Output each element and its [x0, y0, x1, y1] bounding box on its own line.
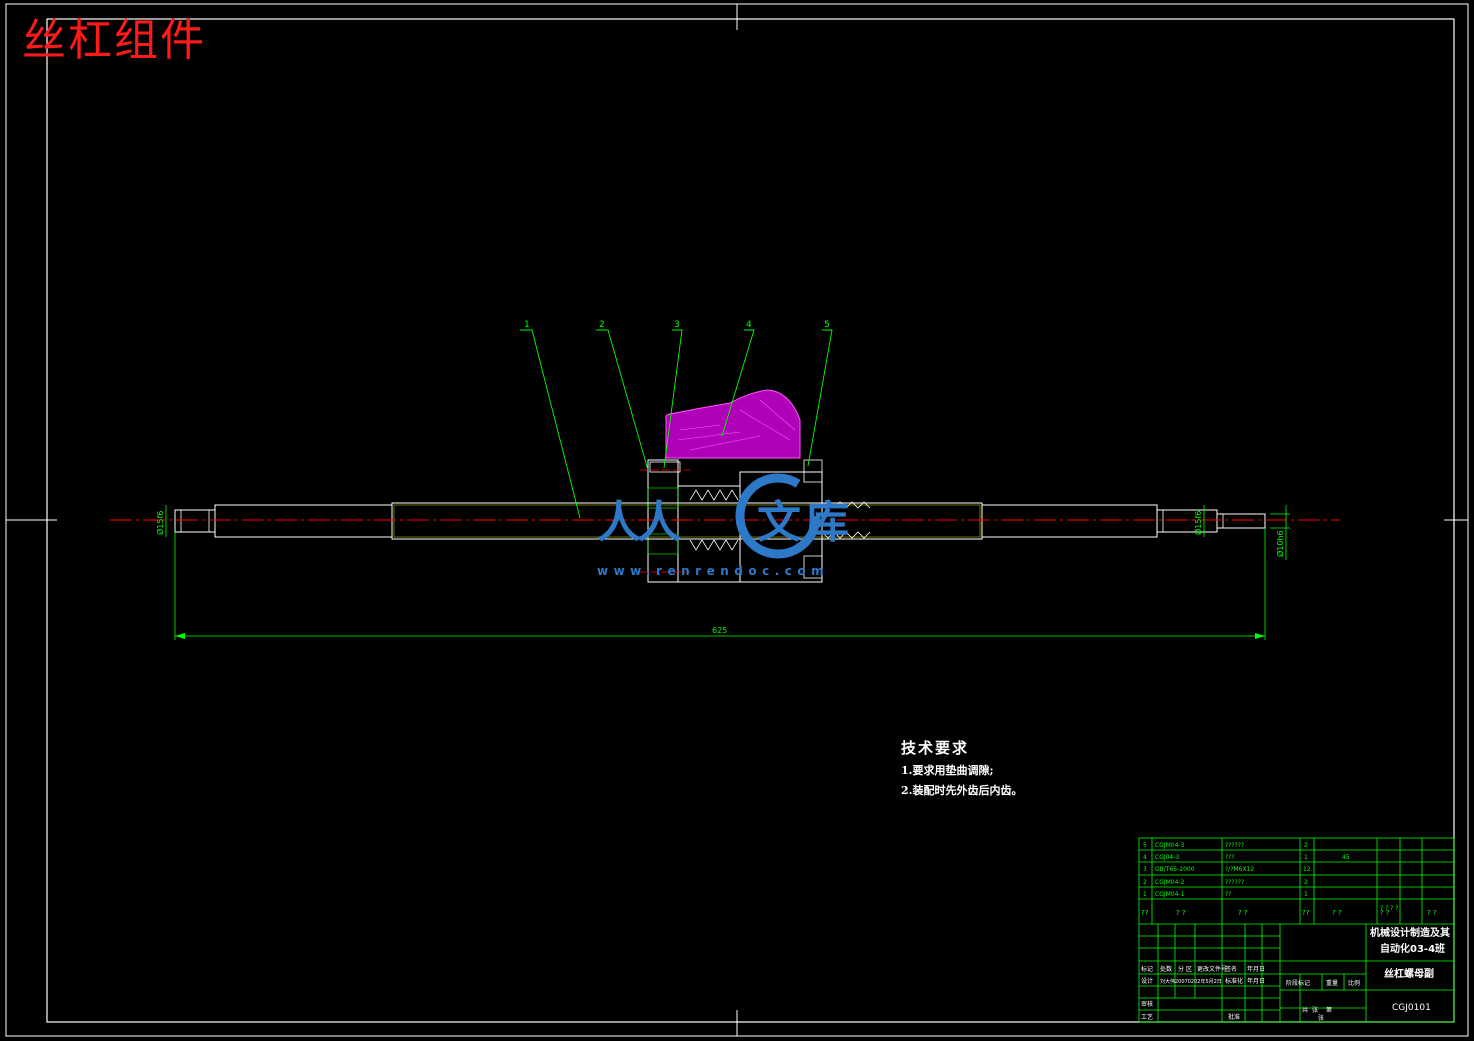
balloon-4: 4 [746, 320, 752, 330]
svg-text:1: 1 [1143, 891, 1147, 898]
shaft-bearing-left [214, 504, 393, 538]
balloon-1: 1 [524, 320, 530, 330]
svg-text:? ?: ? ? [1332, 909, 1342, 917]
svg-text:2: 2 [1304, 842, 1308, 849]
svg-text:批准: 批准 [1228, 1013, 1240, 1021]
balloon-3: 3 [674, 320, 680, 330]
svg-text:年月日: 年月日 [1247, 965, 1265, 973]
svg-text:2: 2 [1143, 879, 1147, 886]
tech-requirements: 技术要求 1.要求用垫曲调隙; 2.装配时先外齿后内齿。 [901, 737, 1022, 798]
svg-text:? ?: ? ? [1238, 909, 1248, 917]
svg-text:CGJ04-3: CGJ04-3 [1155, 854, 1179, 861]
shaft-bearing-right [981, 504, 1158, 538]
svg-text:重量: 重量 [1326, 979, 1338, 987]
tech-requirements-heading: 技术要求 [901, 739, 970, 757]
svg-text:比例: 比例 [1348, 979, 1360, 987]
svg-text:自动化03-4班: 自动化03-4班 [1380, 942, 1445, 955]
balloon-5: 5 [824, 320, 830, 330]
svg-text:标准化: 标准化 [1225, 977, 1243, 985]
svg-text:2: 2 [1304, 879, 1308, 886]
svg-text:??: ?? [1302, 909, 1310, 917]
svg-text:? ?: ? ? [1176, 909, 1186, 917]
dim-dia-left: Ø15f6 [155, 511, 165, 535]
svg-text:??????: ?????? [1225, 879, 1244, 886]
tech-requirement-item: 1.要求用垫曲调隙; [901, 764, 994, 777]
svg-text:GB/T65-2000: GB/T65-2000 [1155, 866, 1195, 873]
page-title: 丝杠组件 [22, 15, 206, 66]
svg-text:阶段标记: 阶段标记 [1286, 979, 1310, 987]
svg-text:机械设计制造及其: 机械设计制造及其 [1370, 926, 1450, 939]
svg-text:更改文件号: 更改文件号 [1197, 965, 1227, 973]
balloon-2: 2 [599, 320, 605, 330]
dim-dia-right: Ø15f6 [1193, 511, 1203, 535]
shaft-tail [1216, 513, 1266, 529]
svg-text:CGJM04-2: CGJM04-2 [1155, 879, 1185, 886]
watermark-text-a: 人人 [597, 497, 681, 548]
cad-drawing: 625 Ø15f6 Ø15f6 Ø10h6 1 2 3 4 5 5 CGJM04… [5, 3, 1469, 1037]
leadscrew-assembly: 625 Ø15f6 Ø15f6 Ø10h6 1 2 3 4 5 [110, 320, 1340, 640]
svg-text:年月日: 年月日 [1247, 977, 1265, 985]
svg-text:处数: 处数 [1160, 965, 1172, 973]
svg-text:5: 5 [1143, 842, 1147, 849]
svg-text:标记: 标记 [1141, 965, 1153, 973]
dim-dia-tail: Ø10h6 [1275, 530, 1285, 557]
svg-text:CGJ0101: CGJ0101 [1392, 1003, 1431, 1013]
svg-text:张: 张 [1318, 1014, 1324, 1022]
svg-text:设计: 设计 [1141, 977, 1153, 985]
svg-text:工艺: 工艺 [1141, 1013, 1153, 1021]
svg-text:45: 45 [1342, 854, 1350, 861]
svg-text:12: 12 [1303, 866, 1311, 873]
tech-requirement-item: 2.装配时先外齿后内齿。 [901, 784, 1023, 797]
svg-text:1: 1 [1304, 891, 1308, 898]
svg-text:分 区: 分 区 [1178, 965, 1192, 973]
svg-text:4: 4 [1143, 854, 1147, 861]
svg-text:? ?: ? ? [1427, 909, 1437, 917]
svg-text:第: 第 [1326, 1006, 1332, 1014]
svg-text:3: 3 [1143, 866, 1147, 873]
svg-text:??????: ?????? [1225, 842, 1244, 849]
svg-text:签名: 签名 [1225, 965, 1237, 973]
svg-text:??: ?? [1225, 891, 1231, 898]
svg-text:刘大伟20070202年5月2日: 刘大伟20070202年5月2日 [1160, 978, 1222, 985]
svg-text:??: ?? [1141, 909, 1149, 917]
svg-text:???: ??? [1225, 854, 1235, 861]
svg-text:CGJM04-3: CGJM04-3 [1155, 842, 1185, 849]
svg-text:审核: 审核 [1141, 1000, 1153, 1008]
watermark-url: www.renrendoc.com [597, 564, 830, 578]
shaft-end-right [1156, 509, 1218, 533]
svg-text:1: 1 [1304, 854, 1308, 861]
svg-text:丝杠螺母副: 丝杠螺母副 [1384, 967, 1434, 980]
svg-text:CGJM04-1: CGJM04-1 [1155, 891, 1185, 898]
watermark-text-b: 文库 [757, 497, 853, 548]
svg-text:共: 共 [1302, 1006, 1308, 1014]
bom-text: 5 CGJM04-3 ?????? 2 4 CGJ04-3 ??? 1 45 3… [1141, 842, 1437, 917]
svg-text:? ? ? ?: ? ? ? ? [1380, 905, 1398, 912]
svg-text:?/?M6X12: ?/?M6X12 [1225, 866, 1254, 873]
svg-text:张: 张 [1312, 1006, 1318, 1014]
dim-overall-length: 625 [712, 626, 727, 635]
